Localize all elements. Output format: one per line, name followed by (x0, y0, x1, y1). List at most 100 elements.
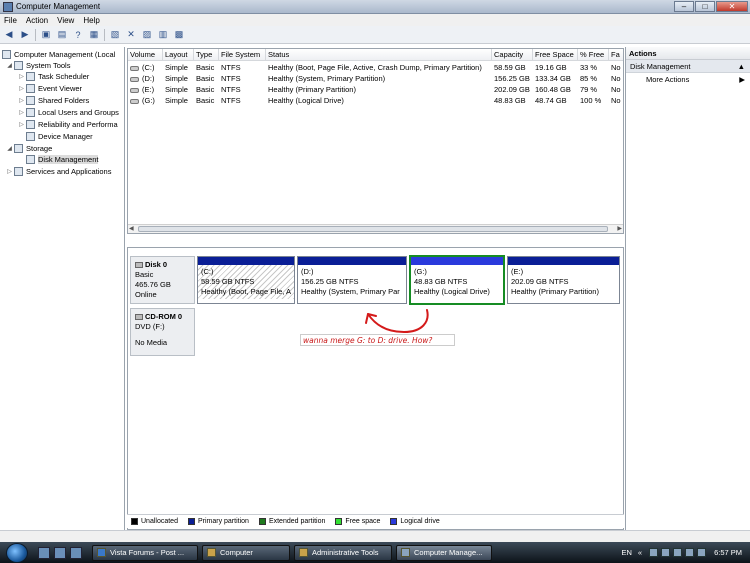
expand-icon[interactable]: ▷ (18, 121, 25, 128)
menu-file[interactable]: File (4, 16, 17, 25)
switch-windows-icon[interactable] (54, 546, 66, 559)
start-button[interactable] (6, 542, 28, 563)
horizontal-scrollbar[interactable]: ◀ ▶ (128, 224, 623, 233)
column-header-file-system[interactable]: File System (219, 49, 266, 61)
legend: Unallocated Primary partition Extended p… (127, 514, 624, 528)
partition-g[interactable]: (G:) 48.83 GB NTFS Healthy (Logical Driv… (409, 255, 505, 305)
minimize-button[interactable]: – (674, 0, 694, 12)
tray-app-icon[interactable] (661, 548, 671, 557)
export-icon[interactable]: ▧ (109, 29, 121, 41)
clock[interactable]: 6:57 PM (714, 548, 742, 557)
tree-item-shared-folders[interactable]: ▷ Shared Folders (18, 95, 89, 106)
tray-app-icon[interactable] (649, 548, 659, 557)
column-header-free-space[interactable]: Free Space (533, 49, 578, 61)
collapse-icon[interactable]: ◢ (6, 145, 13, 152)
services-icon (14, 167, 23, 176)
cdrom0-label[interactable]: CD-ROM 0 DVD (F:) No Media (130, 308, 195, 356)
column-header-capacity[interactable]: Capacity (492, 49, 533, 61)
tree-item-services[interactable]: ▷ Services and Applications (6, 166, 111, 177)
folder-icon[interactable]: ▨ (141, 29, 153, 41)
menu-help[interactable]: Help (83, 16, 99, 25)
refresh-icon[interactable]: ▩ (173, 29, 185, 41)
volume-list: Volume Layout Type File System Status Ca… (127, 48, 624, 234)
language-indicator[interactable]: EN (621, 548, 631, 557)
disk-icon[interactable]: ▥ (157, 29, 169, 41)
tray-chevron-icon[interactable]: « (638, 548, 642, 557)
tree-item-device-manager[interactable]: Device Manager (26, 131, 93, 142)
browser-icon[interactable] (70, 546, 82, 559)
scrollbar-thumb[interactable] (138, 226, 608, 232)
scroll-right-icon[interactable]: ▶ (617, 225, 622, 232)
disk-graphical-view: Disk 0 Basic 465.76 GB Online (C:) 58.59… (127, 247, 624, 530)
up-folder-icon[interactable]: ▣ (40, 29, 52, 41)
partition-e[interactable]: (E:) 202.09 GB NTFS Healthy (Primary Par… (507, 256, 620, 304)
partition-c[interactable]: (C:) 58.59 GB NTFS Healthy (Boot, Page F… (197, 256, 295, 304)
column-header-percent-free[interactable]: % Free (578, 49, 609, 61)
task-administrative-tools[interactable]: Administrative Tools (294, 544, 392, 561)
tray-app-icon[interactable] (673, 548, 683, 557)
expand-icon[interactable]: ▷ (18, 85, 25, 92)
properties-icon[interactable]: ▦ (88, 29, 100, 41)
more-actions-item[interactable]: More Actions ▶ (626, 73, 750, 86)
computer-management-icon (3, 1, 13, 12)
partition-bar (198, 257, 294, 265)
scroll-left-icon[interactable]: ◀ (129, 225, 134, 232)
tree-item-task-scheduler[interactable]: ▷ Task Scheduler (18, 71, 89, 82)
table-row[interactable]: (G:) Simple Basic NTFS Healthy (Logical … (128, 95, 623, 106)
table-row[interactable]: (E:) Simple Basic NTFS Healthy (Primary … (128, 84, 623, 95)
status-bar (0, 530, 750, 542)
expand-icon[interactable]: ▷ (6, 168, 13, 175)
tree-item-storage[interactable]: ◢ Storage (6, 143, 52, 154)
column-header-status[interactable]: Status (266, 49, 492, 61)
cdrom-icon (135, 314, 143, 321)
event-viewer-icon (26, 84, 35, 93)
task-vista-forums[interactable]: Vista Forums - Post ... (92, 544, 198, 561)
submenu-arrow-icon: ▶ (739, 75, 745, 84)
help-icon[interactable]: ? (72, 29, 84, 41)
maximize-button[interactable]: □ (695, 0, 715, 12)
column-header-type[interactable]: Type (194, 49, 219, 61)
system-tray: EN « 6:57 PM (621, 542, 750, 563)
tree-item-computer-management[interactable]: Computer Management (Local (2, 49, 115, 60)
tree-item-disk-management[interactable]: Disk Management (26, 154, 99, 165)
toolbar-separator (35, 28, 36, 41)
computer-icon (2, 50, 11, 59)
tree-item-reliability[interactable]: ▷ Reliability and Performa (18, 119, 118, 130)
expand-icon[interactable]: ▷ (18, 73, 25, 80)
collapse-up-icon[interactable]: ▲ (738, 60, 745, 72)
network-icon[interactable] (685, 548, 695, 557)
disk0-label[interactable]: Disk 0 Basic 465.76 GB Online (130, 256, 195, 304)
show-desktop-icon[interactable] (38, 546, 50, 559)
task-computer[interactable]: Computer (202, 544, 290, 561)
actions-section-disk-management[interactable]: Disk Management ▲ (626, 60, 750, 73)
actions-header: Actions (626, 47, 750, 60)
task-computer-management[interactable]: Computer Manage... (396, 544, 492, 561)
collapse-icon[interactable]: ◢ (6, 62, 13, 69)
close-button[interactable]: ✕ (716, 0, 748, 12)
expand-icon[interactable]: ▷ (18, 97, 25, 104)
delete-icon[interactable]: ✕ (125, 29, 137, 41)
column-header-layout[interactable]: Layout (163, 49, 194, 61)
forward-icon[interactable]: ▶ (19, 29, 31, 41)
users-icon (26, 108, 35, 117)
column-header-volume[interactable]: Volume (128, 49, 163, 61)
annotation-note: wanna merge G: to D: drive. How? (300, 334, 455, 346)
expand-icon[interactable]: ▷ (18, 109, 25, 116)
tree-item-local-users[interactable]: ▷ Local Users and Groups (18, 107, 119, 118)
show-tree-icon[interactable]: ▤ (56, 29, 68, 41)
table-row[interactable]: (D:) Simple Basic NTFS Healthy (System, … (128, 73, 623, 84)
browser-icon (97, 548, 106, 557)
back-icon[interactable]: ◀ (3, 29, 15, 41)
shared-folder-icon (26, 96, 35, 105)
volume-icon[interactable] (697, 548, 707, 557)
tree-item-system-tools[interactable]: ◢ System Tools (6, 60, 70, 71)
partition-d[interactable]: (D:) 156.25 GB NTFS Healthy (System, Pri… (297, 256, 407, 304)
menu-action[interactable]: Action (26, 16, 48, 25)
tree-item-event-viewer[interactable]: ▷ Event Viewer (18, 83, 82, 94)
table-row[interactable]: (C:) Simple Basic NTFS Healthy (Boot, Pa… (128, 62, 623, 73)
partition-bar (411, 257, 503, 265)
column-header-fault-tolerance[interactable]: Fa (609, 49, 623, 61)
title-bar: Computer Management – □ ✕ (0, 0, 750, 14)
menu-view[interactable]: View (57, 16, 74, 25)
hard-disk-icon (135, 262, 143, 269)
